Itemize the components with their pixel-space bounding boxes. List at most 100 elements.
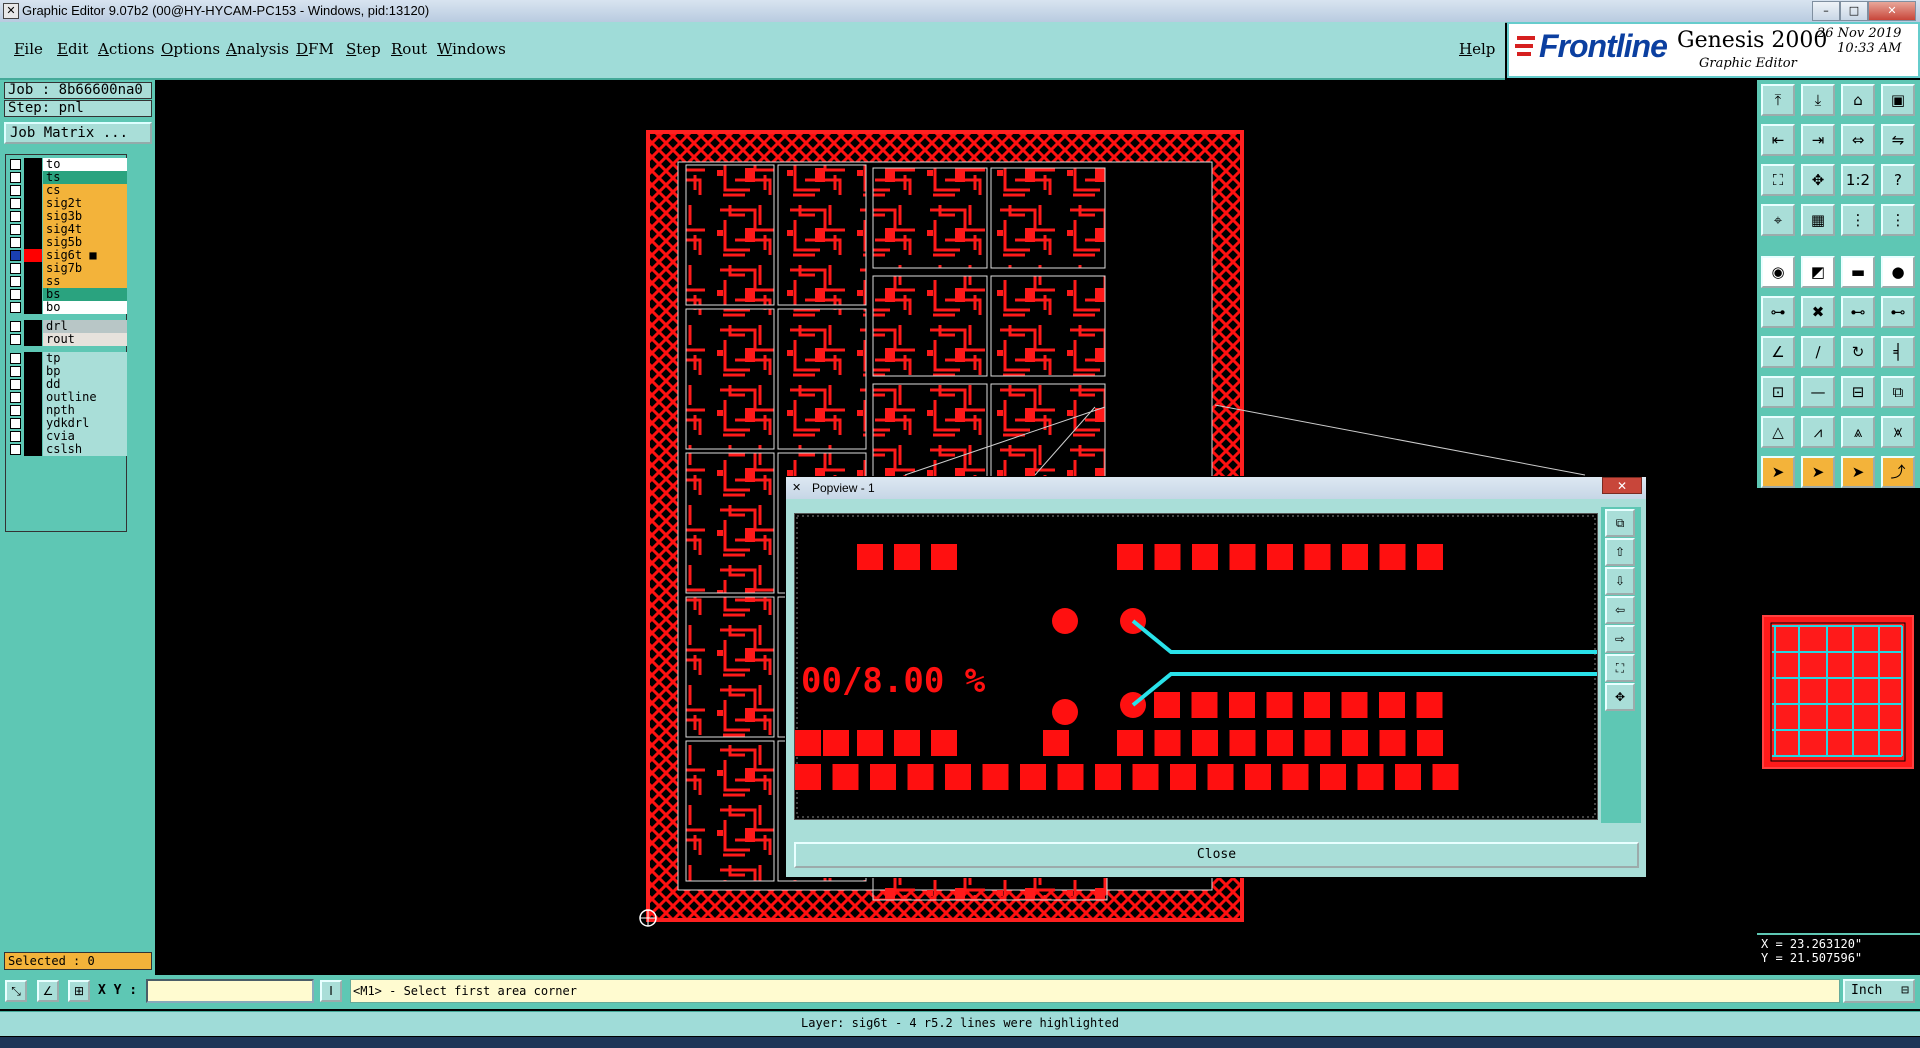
node2-icon[interactable]: ⊷ (1881, 296, 1915, 328)
pointer2-icon[interactable]: ➤ (1801, 456, 1835, 488)
home-icon[interactable]: ⌂ (1841, 84, 1875, 116)
poly4-icon[interactable]: ⩙ (1881, 416, 1915, 448)
pointer3-icon[interactable]: ➤ (1841, 456, 1875, 488)
menu-options[interactable]: Options (161, 40, 220, 58)
menu-rout[interactable]: Rout (391, 40, 427, 58)
layers-icon[interactable]: ⋮ (1841, 204, 1875, 236)
menu-actions[interactable]: Actions (98, 40, 154, 58)
connect-icon[interactable]: ⊶ (1761, 296, 1795, 328)
layer-checkbox[interactable] (10, 250, 21, 261)
minimize-button[interactable]: – (1812, 1, 1840, 21)
cross-icon[interactable]: ✖ (1801, 296, 1835, 328)
cursor-icon[interactable]: I (320, 980, 342, 1002)
corner-icon[interactable]: ◩ (1801, 256, 1835, 288)
save-icon[interactable]: ⤓ (1801, 84, 1835, 116)
layer-row-bo[interactable]: bo (6, 300, 127, 315)
close-window-button[interactable]: ✕ (1868, 1, 1916, 21)
overview-minimap[interactable] (1757, 488, 1920, 933)
popview-canvas[interactable]: 00/8.00 % (794, 513, 1598, 820)
angle-mode-icon[interactable]: ∠ (37, 980, 59, 1002)
popview-title-bar[interactable]: ✕ Popview - 1 ✕ (786, 477, 1646, 499)
pad-icon[interactable]: ◉ (1761, 256, 1795, 288)
menu-dfm[interactable]: DFM (296, 40, 334, 58)
delete-icon[interactable]: — (1801, 376, 1835, 408)
layer-checkbox[interactable] (10, 366, 21, 377)
snap-mode-icon[interactable]: ⤡ (5, 980, 27, 1002)
layer-checkbox[interactable] (10, 431, 21, 442)
unit-selector[interactable]: Inch ⊟ (1843, 979, 1915, 1003)
layer-checkbox[interactable] (10, 353, 21, 364)
poly2-icon[interactable]: ⩘ (1801, 416, 1835, 448)
menu-help[interactable]: Help (1459, 40, 1495, 58)
pointer4-icon[interactable]: ⤴ (1881, 456, 1915, 488)
layer-checkbox[interactable] (10, 263, 21, 274)
pv-right-icon[interactable]: ⇨ (1605, 625, 1635, 653)
layer-name[interactable]: bo (43, 301, 127, 314)
layer-checkbox[interactable] (10, 418, 21, 429)
layer-checkbox[interactable] (10, 237, 21, 248)
menu-analysis[interactable]: Analysis (226, 40, 289, 58)
popview-close-icon[interactable]: ✕ (1602, 477, 1642, 494)
popview-close-button[interactable]: Close (794, 842, 1639, 868)
layer-checkbox[interactable] (10, 405, 21, 416)
open-icon[interactable]: ⤒ (1761, 84, 1795, 116)
zoom-extents-icon[interactable]: ⛶ (1761, 164, 1795, 196)
measure-icon[interactable]: ⌖ (1761, 204, 1795, 236)
layer-name[interactable]: rout (43, 333, 127, 346)
grid-mode-icon[interactable]: ⊞ (68, 980, 90, 1002)
display-icon[interactable]: ⋮ (1881, 204, 1915, 236)
menu-edit[interactable]: Edit (57, 40, 88, 58)
node-icon[interactable]: ⊷ (1841, 296, 1875, 328)
job-matrix-button[interactable]: Job Matrix ... (4, 122, 152, 144)
zoom-next-icon[interactable]: ⇥ (1801, 124, 1835, 156)
pan-icon[interactable]: ✥ (1801, 164, 1835, 196)
menu-windows[interactable]: Windows (437, 40, 506, 58)
pv-up-icon[interactable]: ⇧ (1605, 538, 1635, 566)
fit-icon[interactable]: ⇔ (1841, 124, 1875, 156)
zoom-prev-icon[interactable]: ⇤ (1761, 124, 1795, 156)
layer-checkbox[interactable] (10, 379, 21, 390)
maximize-button[interactable]: □ (1840, 1, 1868, 21)
pv-pan-icon[interactable]: ✥ (1605, 683, 1635, 711)
layer-checkbox[interactable] (10, 444, 21, 455)
layer-checkbox[interactable] (10, 211, 21, 222)
layer-checkbox[interactable] (10, 172, 21, 183)
pv-fit-icon[interactable]: ⛶ (1605, 654, 1635, 682)
line-icon[interactable]: ∠ (1761, 336, 1795, 368)
window-icon[interactable]: ▣ (1881, 84, 1915, 116)
line2-icon[interactable]: ∕ (1801, 336, 1835, 368)
layer-checkbox[interactable] (10, 276, 21, 287)
menu-step[interactable]: Step (346, 40, 381, 58)
layer-checkbox[interactable] (10, 289, 21, 300)
grid-icon[interactable]: ▦ (1801, 204, 1835, 236)
menu-file[interactable]: File (14, 40, 43, 58)
shape-icon[interactable]: ⧉ (1881, 376, 1915, 408)
layer-checkbox[interactable] (10, 321, 21, 332)
snap-icon[interactable]: ⇋ (1881, 124, 1915, 156)
layer-name[interactable]: cslsh (43, 443, 127, 456)
ruler-icon[interactable]: ▬ (1841, 256, 1875, 288)
pointer-icon[interactable]: ➤ (1761, 456, 1795, 488)
dot-icon[interactable]: ● (1881, 256, 1915, 288)
layer-row-cslsh[interactable]: cslsh (6, 442, 127, 457)
layer-checkbox[interactable] (10, 198, 21, 209)
pv-zoom-icon[interactable]: ⧉ (1605, 509, 1635, 537)
split-icon[interactable]: ╡ (1881, 336, 1915, 368)
help-icon[interactable]: ? (1881, 164, 1915, 196)
move-icon[interactable]: ⊡ (1761, 376, 1795, 408)
layer-checkbox[interactable] (10, 185, 21, 196)
arc-icon[interactable]: ↻ (1841, 336, 1875, 368)
pv-left-icon[interactable]: ⇦ (1605, 596, 1635, 624)
xy-input[interactable] (146, 979, 314, 1003)
scale-icon[interactable]: 1:2 (1841, 164, 1875, 196)
layer-checkbox[interactable] (10, 392, 21, 403)
layer-checkbox[interactable] (10, 224, 21, 235)
layer-checkbox[interactable] (10, 334, 21, 345)
resize-icon[interactable]: ⊟ (1841, 376, 1875, 408)
poly-icon[interactable]: △ (1761, 416, 1795, 448)
layer-checkbox[interactable] (10, 302, 21, 313)
layer-row-rout[interactable]: rout (6, 332, 127, 347)
poly3-icon[interactable]: ⩓ (1841, 416, 1875, 448)
pv-down-icon[interactable]: ⇩ (1605, 567, 1635, 595)
layer-checkbox[interactable] (10, 159, 21, 170)
